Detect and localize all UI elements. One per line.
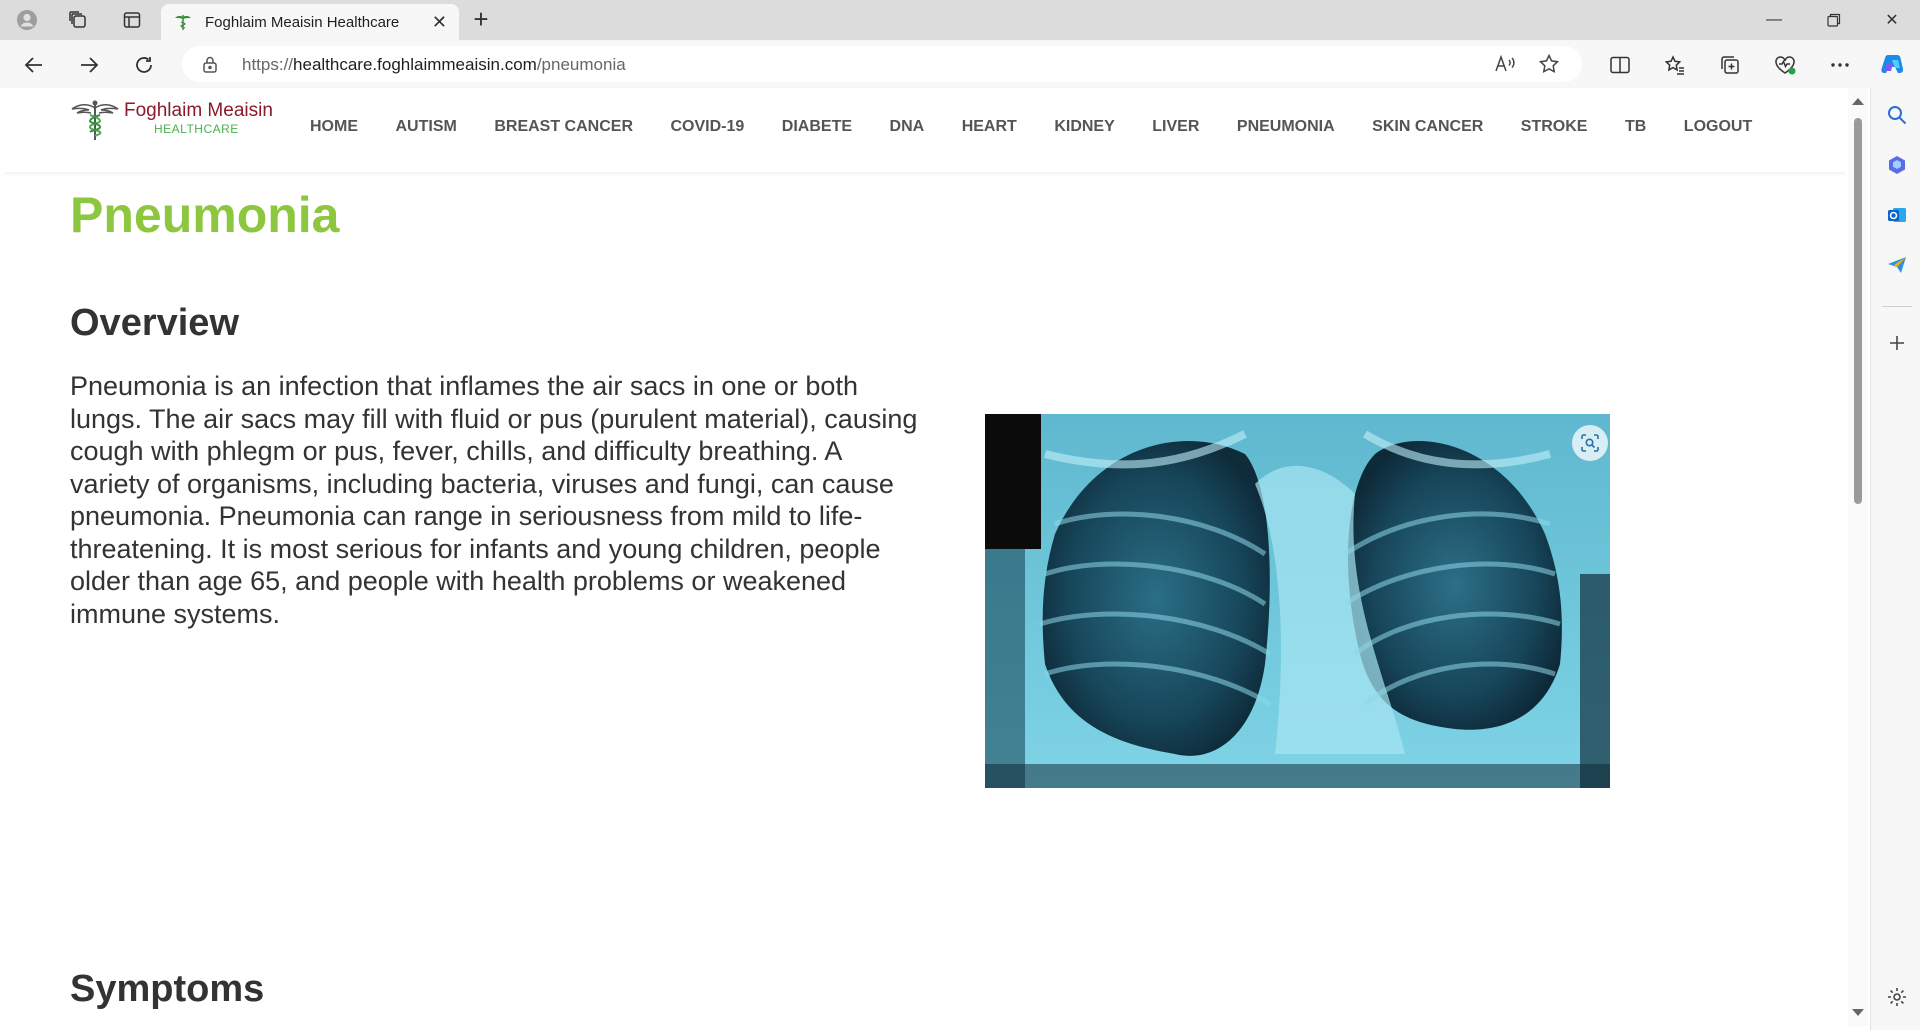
logo-name: Foghlaim Meaisin: [124, 100, 273, 121]
browser-essentials-icon[interactable]: [1771, 52, 1799, 78]
caduceus-logo-icon: [71, 100, 119, 140]
menu-item-breast-cancer[interactable]: BREAST CANCER: [494, 118, 633, 136]
refresh-icon[interactable]: [126, 48, 162, 82]
menu-item-pneumonia[interactable]: PNEUMONIA: [1237, 118, 1335, 136]
sidebar-settings-icon[interactable]: [1884, 984, 1910, 1010]
url-path: /pneumonia: [536, 55, 626, 74]
favorites-icon[interactable]: [1661, 52, 1689, 78]
collections-icon[interactable]: [1716, 52, 1744, 78]
menu-item-heart[interactable]: HEART: [962, 118, 1017, 136]
sidebar-outlook-icon[interactable]: [1884, 202, 1910, 228]
browser-toolbar: https://healthcare.foghlaimmeaisin.com/p…: [0, 40, 1920, 88]
menu-item-dna[interactable]: DNA: [890, 118, 925, 136]
menu-item-stroke[interactable]: STROKE: [1521, 118, 1588, 136]
tab-bar: Foghlaim Meaisin Healthcare ✕ + — ✕: [0, 0, 1920, 40]
sidebar-send-icon[interactable]: [1884, 252, 1910, 278]
forward-icon[interactable]: [71, 48, 107, 82]
visual-search-icon[interactable]: [1572, 425, 1608, 461]
tab-favicon-icon: [175, 15, 191, 30]
main-menu: HOME AUTISM BREAST CANCER COVID-19 DIABE…: [310, 118, 1790, 136]
logo-subtitle: HEALTHCARE: [154, 122, 239, 136]
address-bar[interactable]: https://healthcare.foghlaimmeaisin.com/p…: [182, 46, 1582, 82]
new-tab-button[interactable]: +: [466, 4, 496, 34]
menu-item-logout[interactable]: LOGOUT: [1684, 118, 1752, 136]
restore-icon[interactable]: [1806, 0, 1862, 40]
profile-icon[interactable]: [12, 6, 42, 34]
browser-sidebar: [1870, 88, 1920, 1030]
overview-paragraph: Pneumonia is an infection that inflames …: [70, 371, 918, 629]
minimize-icon[interactable]: —: [1746, 0, 1802, 40]
sidebar-copilot-icon[interactable]: [1884, 152, 1910, 178]
url-scheme: https://: [242, 55, 294, 74]
sidebar-add-icon[interactable]: [1884, 330, 1910, 356]
active-tab[interactable]: Foghlaim Meaisin Healthcare ✕: [161, 4, 459, 40]
tab-actions-icon[interactable]: [117, 6, 147, 34]
split-screen-icon[interactable]: [1606, 52, 1634, 78]
menu-item-liver[interactable]: LIVER: [1152, 118, 1199, 136]
url-host: healthcare.foghlaimmeaisin.com: [293, 55, 537, 74]
back-icon[interactable]: [16, 48, 52, 82]
favorite-star-icon[interactable]: [1536, 52, 1562, 76]
menu-item-kidney[interactable]: KIDNEY: [1054, 118, 1114, 136]
workspaces-icon[interactable]: [63, 6, 93, 34]
page-title: Pneumonia: [70, 187, 340, 243]
page-viewport: Foghlaim Meaisin HEALTHCARE HOME AUTISM …: [4, 88, 1846, 1026]
scroll-down-arrow[interactable]: [1852, 1009, 1864, 1016]
menu-item-covid-19[interactable]: COVID-19: [671, 118, 745, 136]
more-icon[interactable]: [1826, 52, 1854, 78]
url-text[interactable]: https://healthcare.foghlaimmeaisin.com/p…: [242, 55, 626, 75]
overview-heading: Overview: [70, 302, 239, 344]
page-scrollbar[interactable]: [1848, 88, 1868, 1026]
chest-xray-image: [985, 414, 1610, 788]
scroll-up-arrow[interactable]: [1852, 98, 1864, 105]
close-window-icon[interactable]: ✕: [1864, 0, 1920, 40]
scrollbar-thumb[interactable]: [1854, 118, 1862, 504]
tab-close-icon[interactable]: ✕: [432, 12, 447, 33]
menu-item-skin-cancer[interactable]: SKIN CANCER: [1372, 118, 1483, 136]
menu-item-diabete[interactable]: DIABETE: [782, 118, 852, 136]
lock-icon[interactable]: [200, 54, 220, 74]
symptoms-heading: Symptoms: [70, 968, 265, 1010]
menu-item-autism[interactable]: AUTISM: [396, 118, 457, 136]
sidebar-search-icon[interactable]: [1884, 102, 1910, 128]
copilot-icon[interactable]: [1879, 52, 1907, 78]
site-header: Foghlaim Meaisin HEALTHCARE HOME AUTISM …: [4, 88, 1846, 172]
read-aloud-icon[interactable]: [1492, 52, 1518, 76]
menu-item-tb[interactable]: TB: [1625, 118, 1646, 136]
site-logo[interactable]: Foghlaim Meaisin HEALTHCARE: [70, 94, 290, 146]
menu-item-home[interactable]: HOME: [310, 118, 358, 136]
sidebar-separator: [1882, 306, 1912, 307]
tab-title: Foghlaim Meaisin Healthcare: [205, 13, 400, 31]
